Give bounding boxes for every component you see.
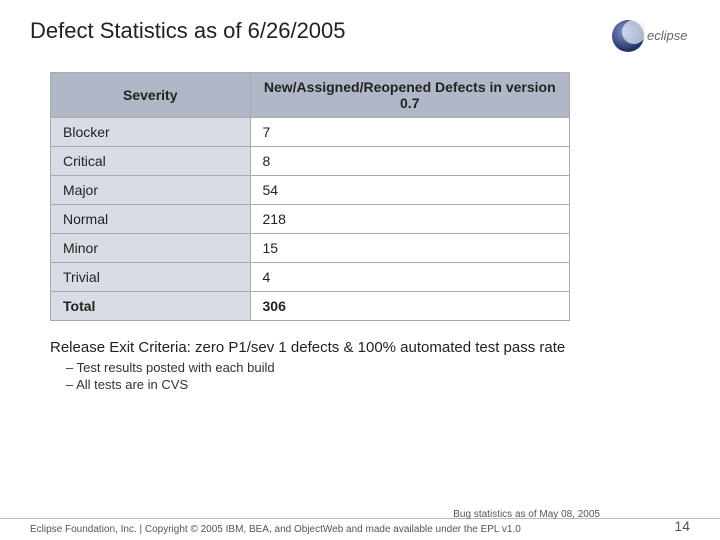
- table-row: Total306: [51, 292, 570, 321]
- release-bullets: – Test results posted with each build – …: [66, 360, 670, 392]
- table-row: Blocker7: [51, 118, 570, 147]
- table-row: Normal218: [51, 205, 570, 234]
- eclipse-logo-svg: eclipse: [610, 18, 690, 54]
- table-cell-count: 218: [250, 205, 570, 234]
- eclipse-logo: eclipse: [610, 18, 690, 54]
- table-cell-count: 4: [250, 263, 570, 292]
- col-severity-header: Severity: [51, 73, 251, 118]
- table-row: Critical8: [51, 147, 570, 176]
- table-cell-count: 8: [250, 147, 570, 176]
- table-cell-severity: Normal: [51, 205, 251, 234]
- release-bullet-2: – All tests are in CVS: [66, 377, 670, 392]
- table-cell-severity: Major: [51, 176, 251, 205]
- release-bullet-1: – Test results posted with each build: [66, 360, 670, 375]
- footer-copyright: Eclipse Foundation, Inc. | Copyright © 2…: [30, 524, 521, 535]
- header: Defect Statistics as of 6/26/2005 eclips…: [30, 18, 690, 54]
- table-row: Major54: [51, 176, 570, 205]
- defects-table: Severity New/Assigned/Reopened Defects i…: [50, 72, 570, 321]
- svg-text:eclipse: eclipse: [647, 28, 687, 43]
- table-cell-severity: Total: [51, 292, 251, 321]
- table-wrapper: Severity New/Assigned/Reopened Defects i…: [50, 72, 670, 321]
- release-section: Release Exit Criteria: zero P1/sev 1 def…: [50, 339, 670, 394]
- footer-page-number: 14: [674, 518, 690, 534]
- table-cell-count: 7: [250, 118, 570, 147]
- col-count-header: New/Assigned/Reopened Defects in version…: [250, 73, 570, 118]
- release-title: Release Exit Criteria: zero P1/sev 1 def…: [50, 339, 670, 356]
- table-row: Minor15: [51, 234, 570, 263]
- page-title: Defect Statistics as of 6/26/2005: [30, 18, 346, 44]
- table-cell-severity: Critical: [51, 147, 251, 176]
- table-cell-severity: Trivial: [51, 263, 251, 292]
- table-cell-count: 15: [250, 234, 570, 263]
- footer-bug-stats: Bug statistics as of May 08, 2005: [453, 509, 600, 520]
- table-row: Trivial4: [51, 263, 570, 292]
- footer: Eclipse Foundation, Inc. | Copyright © 2…: [0, 518, 720, 540]
- table-cell-severity: Blocker: [51, 118, 251, 147]
- page-wrapper: Defect Statistics as of 6/26/2005 eclips…: [0, 0, 720, 540]
- table-cell-count: 54: [250, 176, 570, 205]
- table-cell-count: 306: [250, 292, 570, 321]
- table-cell-severity: Minor: [51, 234, 251, 263]
